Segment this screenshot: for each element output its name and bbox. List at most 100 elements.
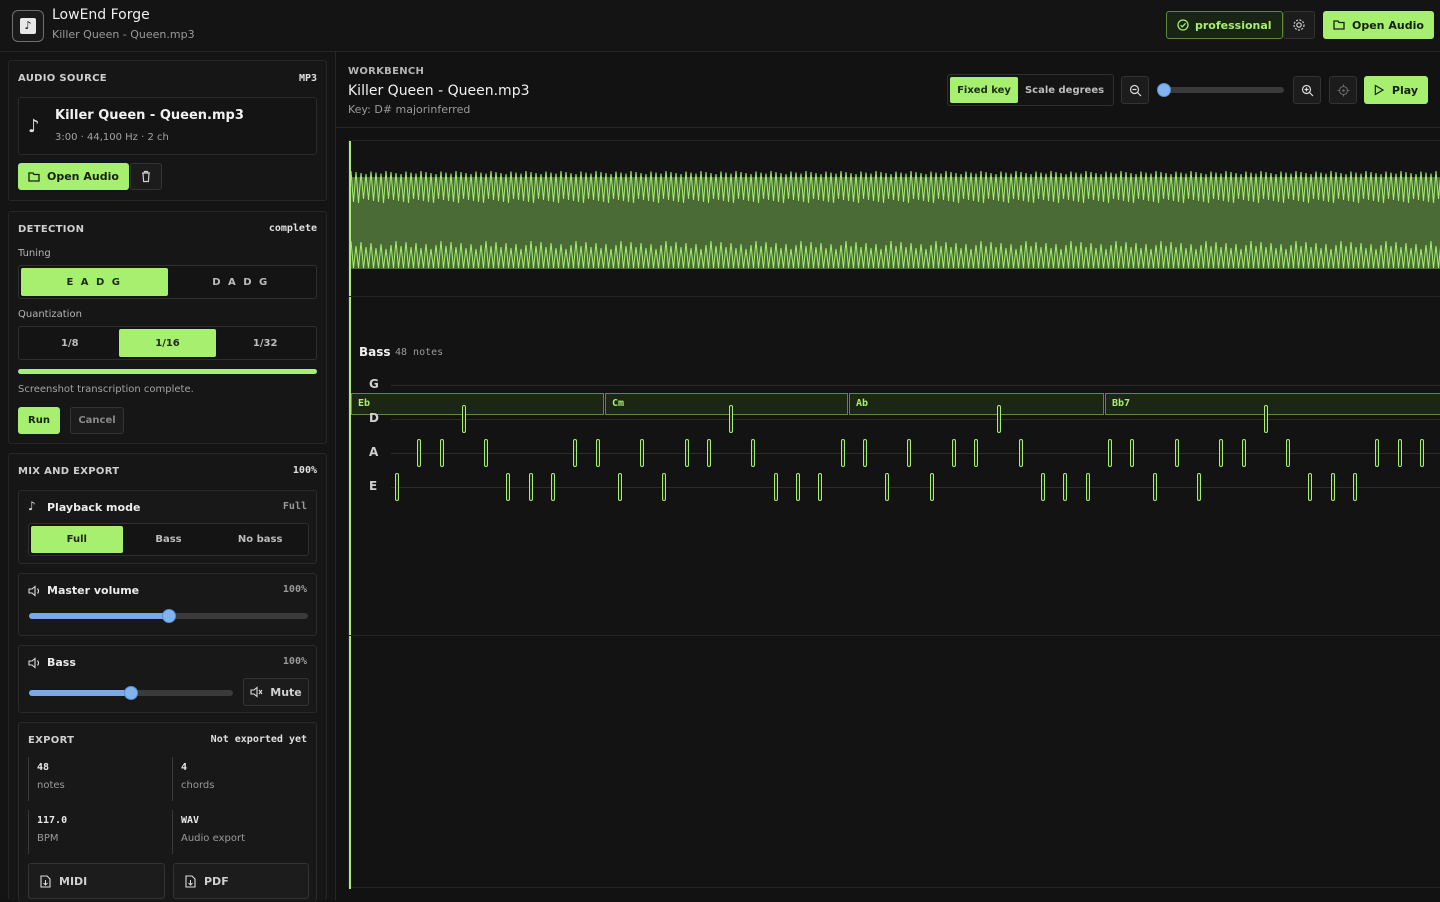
quantization-selector: 1/8 1/16 1/32	[18, 326, 317, 360]
chord-block-bb7[interactable]: Bb7	[1105, 393, 1440, 415]
bass-note[interactable]	[684, 439, 689, 467]
master-volume-slider[interactable]	[29, 609, 308, 623]
plan-badge-button[interactable]: professional	[1166, 11, 1283, 39]
open-audio-top-button[interactable]: Open Audio	[1323, 11, 1434, 39]
workbench-header: WORKBENCH Killer Queen - Queen.mp3 Key: …	[336, 52, 1440, 128]
zoom-knob[interactable]	[1157, 83, 1171, 97]
bass-note[interactable]	[773, 473, 778, 501]
zoom-in-button[interactable]	[1293, 76, 1321, 104]
bass-note[interactable]	[395, 473, 399, 501]
tuning-option-dadg[interactable]: D A D G	[168, 268, 315, 296]
bass-note[interactable]	[506, 473, 511, 501]
quant-option-thirtysecond[interactable]: 1/32	[216, 329, 314, 357]
tuning-option-eadg[interactable]: E A D G	[21, 268, 168, 296]
bass-note[interactable]	[1063, 473, 1068, 501]
bass-track-label: Bass	[359, 345, 391, 359]
bass-note[interactable]	[1130, 439, 1135, 467]
bass-note[interactable]	[706, 439, 711, 467]
master-volume-knob[interactable]	[162, 609, 176, 623]
settings-button[interactable]	[1283, 11, 1315, 39]
string-label-a: A	[369, 445, 379, 459]
track-canvas[interactable]: Eb Cm Ab Bb7 Bass 48 notes G D A E	[348, 140, 1440, 889]
playback-option-no-bass[interactable]: No bass	[214, 526, 306, 553]
bass-note[interactable]	[1219, 439, 1224, 467]
bass-note[interactable]	[1018, 439, 1023, 467]
view-mode-selector: Fixed key Scale degrees	[947, 74, 1114, 106]
open-audio-top-label: Open Audio	[1352, 18, 1424, 32]
bass-note[interactable]	[952, 439, 956, 467]
bass-note[interactable]	[840, 439, 845, 467]
detection-message: Screenshot transcription complete.	[18, 384, 194, 395]
bass-note[interactable]	[1330, 473, 1335, 501]
bass-note[interactable]	[1241, 439, 1246, 467]
bass-volume-value: 100%	[282, 656, 307, 667]
chord-block-cm[interactable]: Cm	[605, 393, 848, 415]
view-option-fixed-key[interactable]: Fixed key	[950, 77, 1018, 103]
bass-note[interactable]	[974, 439, 979, 467]
stat-bpm: 117.0 BPM	[28, 810, 158, 854]
quant-option-eighth[interactable]: 1/8	[21, 329, 119, 357]
bass-note[interactable]	[1107, 439, 1112, 467]
bass-note[interactable]	[662, 473, 667, 501]
mute-label: Mute	[270, 685, 302, 699]
bass-note[interactable]	[796, 473, 801, 501]
bass-note[interactable]	[1152, 473, 1157, 501]
export-midi-label: MIDI	[59, 874, 88, 888]
bass-volume-slider[interactable]	[29, 686, 233, 700]
playback-mode-card: ♪ Playback mode Full Full Bass No bass	[18, 490, 317, 564]
bass-note[interactable]	[595, 439, 600, 467]
bass-note[interactable]	[528, 473, 533, 501]
bass-volume-knob[interactable]	[124, 686, 138, 700]
bass-note[interactable]	[617, 473, 622, 501]
stat-audio-format-label: Audio export	[181, 833, 245, 844]
export-midi-button[interactable]: MIDI	[28, 863, 165, 899]
bass-note[interactable]	[1041, 473, 1046, 501]
bass-note[interactable]	[996, 405, 1001, 433]
waveform-divider	[349, 296, 1440, 297]
bass-note[interactable]	[818, 473, 823, 501]
quant-option-sixteenth[interactable]: 1/16	[118, 329, 217, 357]
open-audio-button[interactable]: Open Audio	[18, 163, 129, 190]
bass-note[interactable]	[461, 405, 466, 433]
bass-note[interactable]	[1174, 439, 1179, 467]
bass-note[interactable]	[751, 439, 756, 467]
bass-note[interactable]	[1263, 405, 1268, 433]
bass-note[interactable]	[550, 473, 555, 501]
bass-note[interactable]	[907, 439, 912, 467]
playback-option-bass[interactable]: Bass	[123, 526, 215, 553]
bass-note[interactable]	[729, 405, 734, 433]
bass-note[interactable]	[1085, 473, 1090, 501]
bass-note[interactable]	[885, 473, 890, 501]
bass-note[interactable]	[1353, 473, 1358, 501]
cancel-button[interactable]: Cancel	[70, 407, 124, 434]
play-button[interactable]: Play	[1364, 76, 1428, 104]
chord-block-eb[interactable]: Eb	[351, 393, 604, 415]
run-button[interactable]: Run	[18, 407, 60, 434]
bass-note[interactable]	[439, 439, 444, 467]
playback-mode-value: Full	[282, 501, 307, 512]
zoom-out-button[interactable]	[1121, 76, 1149, 104]
bass-note[interactable]	[1286, 439, 1291, 467]
playback-option-full[interactable]: Full	[31, 526, 123, 553]
mute-button[interactable]: Mute	[243, 678, 309, 706]
bass-note[interactable]	[1375, 439, 1380, 467]
bass-note[interactable]	[1397, 439, 1402, 467]
quantization-label: Quantization	[18, 309, 82, 320]
bass-note[interactable]	[417, 439, 422, 467]
check-circle-icon	[1177, 19, 1189, 31]
bass-note[interactable]	[573, 439, 578, 467]
bass-note[interactable]	[1419, 439, 1424, 467]
view-option-scale-degrees[interactable]: Scale degrees	[1018, 77, 1111, 103]
bass-note[interactable]	[1197, 473, 1202, 501]
bass-note[interactable]	[640, 439, 645, 467]
detection-title: DETECTION	[18, 224, 85, 235]
center-playhead-button[interactable]	[1329, 76, 1357, 104]
bass-note[interactable]	[1308, 473, 1313, 501]
export-pdf-button[interactable]: PDF	[173, 863, 309, 899]
zoom-slider[interactable]	[1157, 83, 1284, 97]
bass-note[interactable]	[484, 439, 489, 467]
bass-note[interactable]	[862, 439, 867, 467]
chord-block-ab[interactable]: Ab	[849, 393, 1104, 415]
bass-note[interactable]	[929, 473, 934, 501]
delete-audio-button[interactable]	[130, 163, 162, 190]
